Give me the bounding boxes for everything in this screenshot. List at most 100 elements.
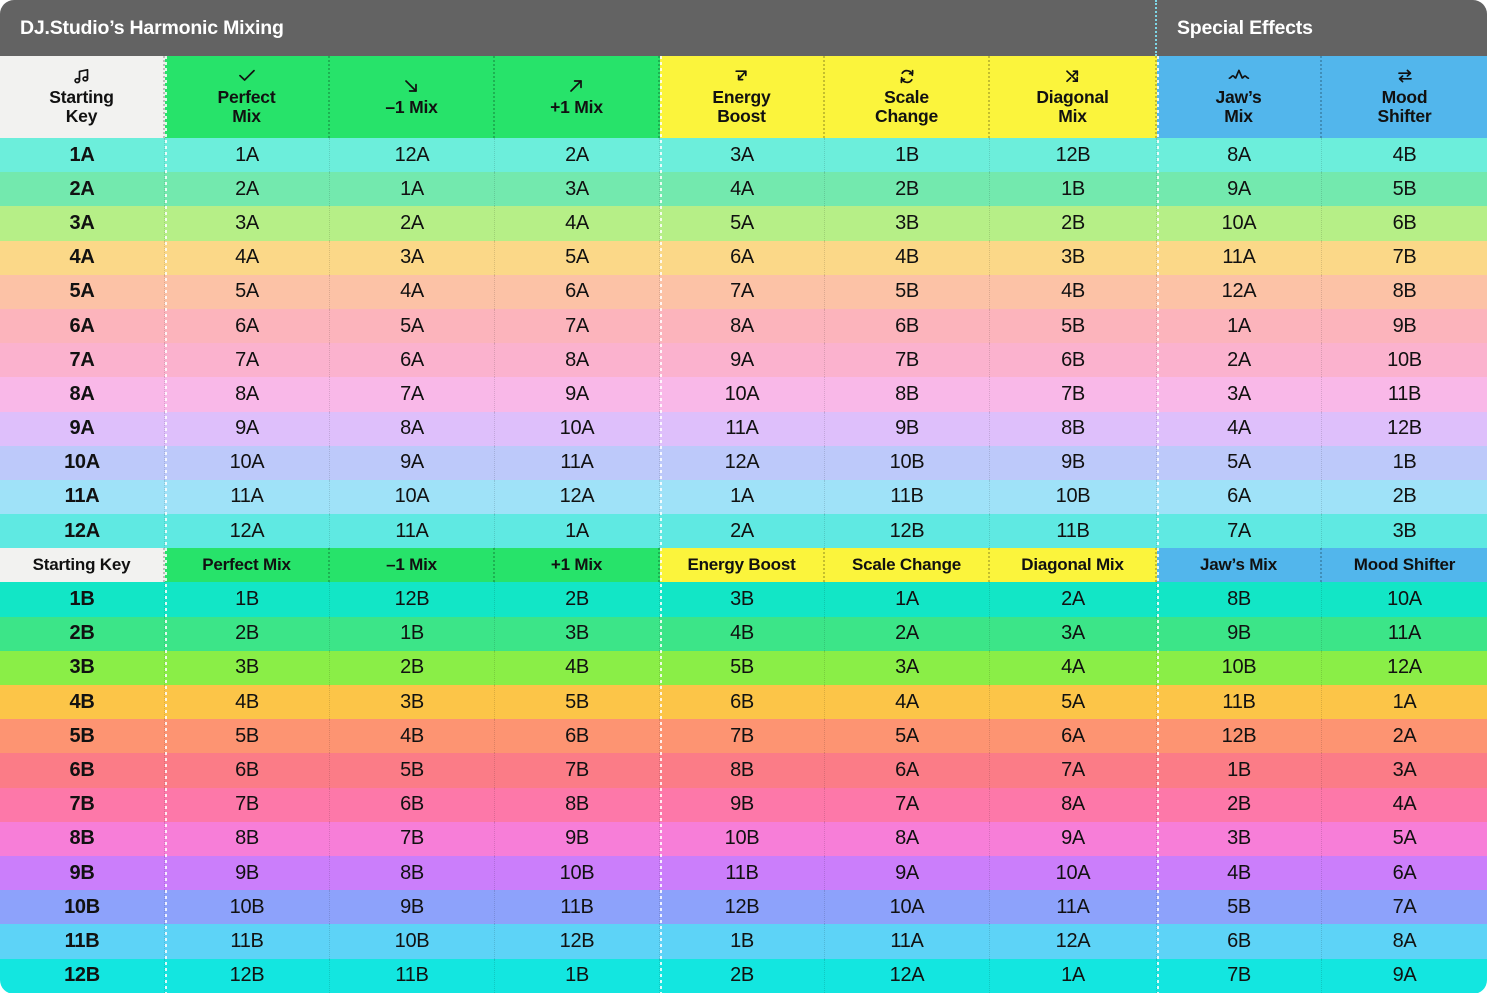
row-key-label[interactable]: 10B [0,890,165,925]
cell-diagonal_mix[interactable]: 7B [990,377,1157,412]
cell-energy_boost[interactable]: 4A [660,172,825,207]
cell-plus_one[interactable]: 10B [495,855,660,891]
cell-energy_boost[interactable]: 1B [660,924,825,959]
cell-perfect_mix[interactable]: 1B [165,582,330,617]
cell-scale_change[interactable]: 10B [825,445,990,480]
cell-minus_one[interactable]: 2B [330,650,495,685]
column-header-minus_one[interactable]: –1 Mix [330,56,495,138]
mid-column-header-plus_one[interactable]: +1 Mix [495,548,660,583]
cell-energy_boost[interactable]: 11B [660,855,825,891]
cell-diagonal_mix[interactable]: 5A [990,685,1157,720]
cell-scale_change[interactable]: 2B [825,172,990,207]
cell-mood_shifter[interactable]: 3B [1322,514,1487,548]
cell-scale_change[interactable]: 4A [825,685,990,720]
row-key-label[interactable]: 10A [0,445,165,480]
cell-perfect_mix[interactable]: 8A [165,377,330,412]
cell-jaws_mix[interactable]: 8B [1157,582,1322,617]
cell-minus_one[interactable]: 11B [330,958,495,993]
cell-minus_one[interactable]: 9B [330,890,495,925]
cell-diagonal_mix[interactable]: 5B [990,308,1157,344]
cell-perfect_mix[interactable]: 9B [165,855,330,891]
cell-diagonal_mix[interactable]: 6A [990,719,1157,754]
mid-column-header-starting_key[interactable]: Starting Key [0,548,165,583]
cell-perfect_mix[interactable]: 3A [165,206,330,241]
cell-scale_change[interactable]: 4B [825,240,990,275]
cell-scale_change[interactable]: 8B [825,377,990,412]
row-key-label[interactable]: 1A [0,138,165,173]
cell-scale_change[interactable]: 7A [825,787,990,822]
cell-minus_one[interactable]: 5B [330,753,495,788]
row-key-label[interactable]: 8B [0,821,165,856]
cell-minus_one[interactable]: 7A [330,377,495,412]
cell-scale_change[interactable]: 7B [825,343,990,378]
cell-mood_shifter[interactable]: 9A [1322,959,1487,993]
row-key-label[interactable]: 12A [0,514,165,549]
cell-scale_change[interactable]: 2A [825,616,990,651]
cell-diagonal_mix[interactable]: 9B [990,445,1157,480]
cell-perfect_mix[interactable]: 10A [165,445,330,480]
cell-jaws_mix[interactable]: 2A [1157,343,1322,378]
row-key-label[interactable]: 2B [0,616,165,651]
cell-minus_one[interactable]: 8A [330,411,495,446]
cell-diagonal_mix[interactable]: 10A [990,855,1157,891]
row-key-label[interactable]: 8A [0,377,165,412]
column-header-plus_one[interactable]: +1 Mix [495,56,660,138]
cell-minus_one[interactable]: 10A [330,479,495,515]
cell-jaws_mix[interactable]: 4B [1157,855,1322,891]
column-header-perfect_mix[interactable]: Perfect Mix [165,56,330,138]
mid-column-header-mood_shifter[interactable]: Mood Shifter [1322,548,1487,583]
cell-diagonal_mix[interactable]: 4B [990,274,1157,309]
cell-scale_change[interactable]: 12A [825,958,990,993]
cell-minus_one[interactable]: 5A [330,308,495,344]
row-key-label[interactable]: 3B [0,650,165,685]
cell-jaws_mix[interactable]: 12B [1157,719,1322,754]
cell-mood_shifter[interactable]: 11A [1322,617,1487,651]
cell-scale_change[interactable]: 6A [825,753,990,788]
row-key-label[interactable]: 4B [0,685,165,720]
cell-diagonal_mix[interactable]: 6B [990,343,1157,378]
cell-scale_change[interactable]: 1A [825,582,990,617]
cell-jaws_mix[interactable]: 4A [1157,411,1322,446]
row-key-label[interactable]: 4A [0,240,165,275]
cell-jaws_mix[interactable]: 7A [1157,514,1322,549]
cell-perfect_mix[interactable]: 8B [165,821,330,856]
cell-diagonal_mix[interactable]: 3A [990,616,1157,651]
cell-perfect_mix[interactable]: 4A [165,240,330,275]
cell-perfect_mix[interactable]: 2A [165,172,330,207]
cell-mood_shifter[interactable]: 7A [1322,890,1487,924]
cell-perfect_mix[interactable]: 6B [165,753,330,788]
cell-energy_boost[interactable]: 12A [660,445,825,480]
cell-perfect_mix[interactable]: 7A [165,343,330,378]
cell-energy_boost[interactable]: 4B [660,616,825,651]
cell-perfect_mix[interactable]: 11A [165,479,330,515]
cell-perfect_mix[interactable]: 12B [165,958,330,993]
cell-mood_shifter[interactable]: 3A [1322,753,1487,787]
cell-energy_boost[interactable]: 8A [660,308,825,344]
cell-jaws_mix[interactable]: 11B [1157,685,1322,720]
cell-jaws_mix[interactable]: 3A [1157,377,1322,412]
cell-jaws_mix[interactable]: 2B [1157,787,1322,822]
cell-perfect_mix[interactable]: 10B [165,890,330,925]
row-key-label[interactable]: 9A [0,411,165,446]
cell-scale_change[interactable]: 9B [825,411,990,446]
cell-minus_one[interactable]: 12B [330,582,495,617]
cell-plus_one[interactable]: 12B [495,924,660,959]
mid-column-header-perfect_mix[interactable]: Perfect Mix [165,548,330,583]
cell-perfect_mix[interactable]: 6A [165,308,330,344]
cell-diagonal_mix[interactable]: 7A [990,753,1157,788]
row-key-label[interactable]: 7B [0,787,165,822]
cell-mood_shifter[interactable]: 2A [1322,719,1487,753]
cell-diagonal_mix[interactable]: 12A [990,924,1157,959]
cell-plus_one[interactable]: 5B [495,685,660,720]
cell-plus_one[interactable]: 8B [495,787,660,822]
cell-plus_one[interactable]: 2B [495,582,660,617]
cell-minus_one[interactable]: 2A [330,206,495,241]
cell-mood_shifter[interactable]: 7B [1322,241,1487,275]
row-key-label[interactable]: 5B [0,719,165,754]
cell-energy_boost[interactable]: 7B [660,719,825,754]
cell-plus_one[interactable]: 6B [495,719,660,754]
cell-perfect_mix[interactable]: 1A [165,138,330,173]
row-key-label[interactable]: 2A [0,172,165,207]
cell-scale_change[interactable]: 10A [825,890,990,925]
cell-plus_one[interactable]: 11A [495,445,660,480]
